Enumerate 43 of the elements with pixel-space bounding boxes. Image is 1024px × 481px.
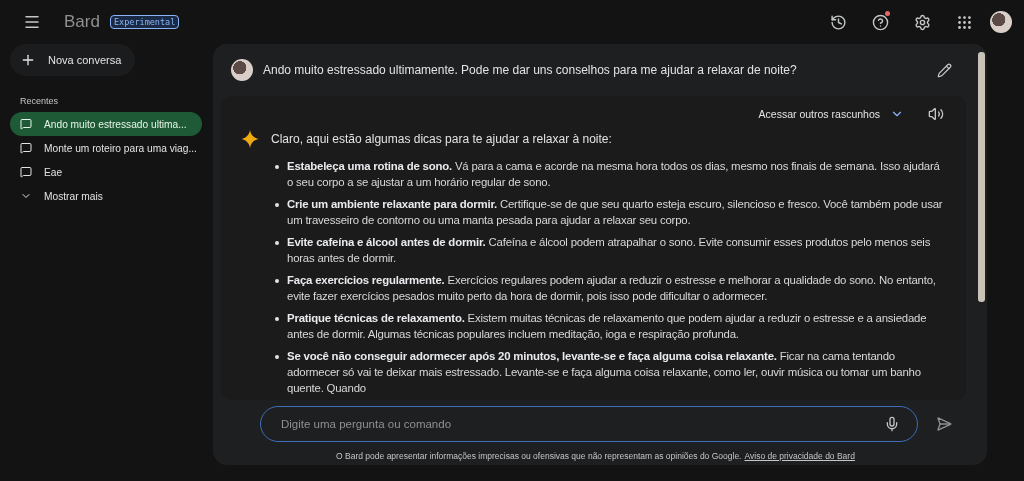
tip-text: Se você não conseguir adormecer após 20 minutos, levante-se e faça alguma coisa relaxante. Ficar na cama tentando adormecer só vai te deixar mais estressado. Levante-se e faça alguma coisa relaxante, como ler, ouvir música ou tomar um banho quente. Quando: [287, 349, 922, 396]
experimental-badge: Experimental: [109, 15, 180, 29]
bullet-icon: [275, 203, 279, 207]
bullet-icon: [275, 317, 279, 321]
speaker-icon[interactable]: [928, 106, 944, 122]
bullet-icon: [275, 279, 279, 283]
brand-name: Bard: [64, 12, 100, 32]
privacy-link[interactable]: Aviso de privacidade do Bard: [744, 451, 855, 461]
new-chat-button[interactable]: Nova conversa: [10, 44, 136, 76]
tip-text: Crie um ambiente relaxante para dormir. Certifique-se de que seu quarto esteja escuro, silencioso e fresco. Você também pode usar um travesseiro de contorno ou uma manta pesada para ajudar a relaxar seu corpo.: [287, 197, 944, 228]
apps-grid-icon[interactable]: [955, 13, 973, 31]
history-icon[interactable]: [829, 13, 847, 31]
sparkle-icon: [241, 130, 259, 148]
drafts-dropdown[interactable]: Acessar outros rascunhos: [758, 107, 904, 121]
chat-bubble-icon: [20, 166, 32, 178]
disclaimer-text: O Bard pode apresentar informações imprecisas ou ofensivas que não representam as opiniões do Google.: [336, 451, 742, 461]
prompt-input-field[interactable]: Digite uma pergunta ou comando: [260, 406, 918, 442]
bullet-icon: [275, 355, 279, 359]
chat-bubble-icon: [20, 142, 32, 154]
chat-item[interactable]: Monte um roteiro para uma viag...: [10, 136, 202, 160]
scrollbar-thumb[interactable]: [978, 52, 985, 302]
bullet-icon: [275, 241, 279, 245]
chat-item[interactable]: Eae: [10, 160, 202, 184]
menu-icon[interactable]: [23, 13, 41, 31]
bullet-icon: [275, 165, 279, 169]
send-icon[interactable]: [936, 416, 952, 432]
edit-icon[interactable]: [936, 62, 952, 78]
chat-item[interactable]: Ando muito estressado ultima...: [10, 112, 202, 136]
show-more-button[interactable]: Mostrar mais: [10, 184, 202, 208]
settings-icon[interactable]: [913, 13, 931, 31]
avatar[interactable]: [990, 11, 1012, 33]
plus-icon: [20, 52, 36, 68]
tip-text: Pratique técnicas de relaxamento. Existem muitas técnicas de relaxamento que podem ajudar a reduzir o estresse e a ansiedade antes de dormir. Algumas técnicas populares incluem meditação, ioga e respiração profunda.: [287, 311, 928, 342]
microphone-icon[interactable]: [884, 416, 900, 432]
response-intro: Claro, aqui estão algumas dicas para te ajudar a relaxar à noite:: [271, 132, 612, 146]
help-icon[interactable]: [871, 13, 889, 31]
tip-text: Evite cafeína e álcool antes de dormir. Cafeína e álcool podem atrapalhar o sono. Evite consumir esses produtos pelo menos seis horas antes de dormir.: [287, 235, 932, 266]
tip-text: Estabeleça uma rotina de sono. Vá para a cama e acorde na mesma hora todos os dias, mesmo nos finais de semana. Isso ajudará o seu corpo a se ajustar a um horário regular de sono.: [287, 159, 941, 190]
user-avatar: [231, 59, 253, 81]
chat-bubble-icon: [20, 118, 32, 130]
prompt-text: Ando muito estressado ultimamente. Pode me dar uns conselhos para me ajudar a relaxar de noite?: [263, 63, 798, 77]
section-heading: Recentes: [20, 96, 60, 106]
tip-text: Faça exercícios regularmente. Exercícios regulares podem ajudar a reduzir o estresse e melhorar a qualidade do sono. No entanto, evite fazer exercícios pesados muito perto da hora de dormir, pois isso pode dificultar o adormecer.: [287, 273, 937, 304]
